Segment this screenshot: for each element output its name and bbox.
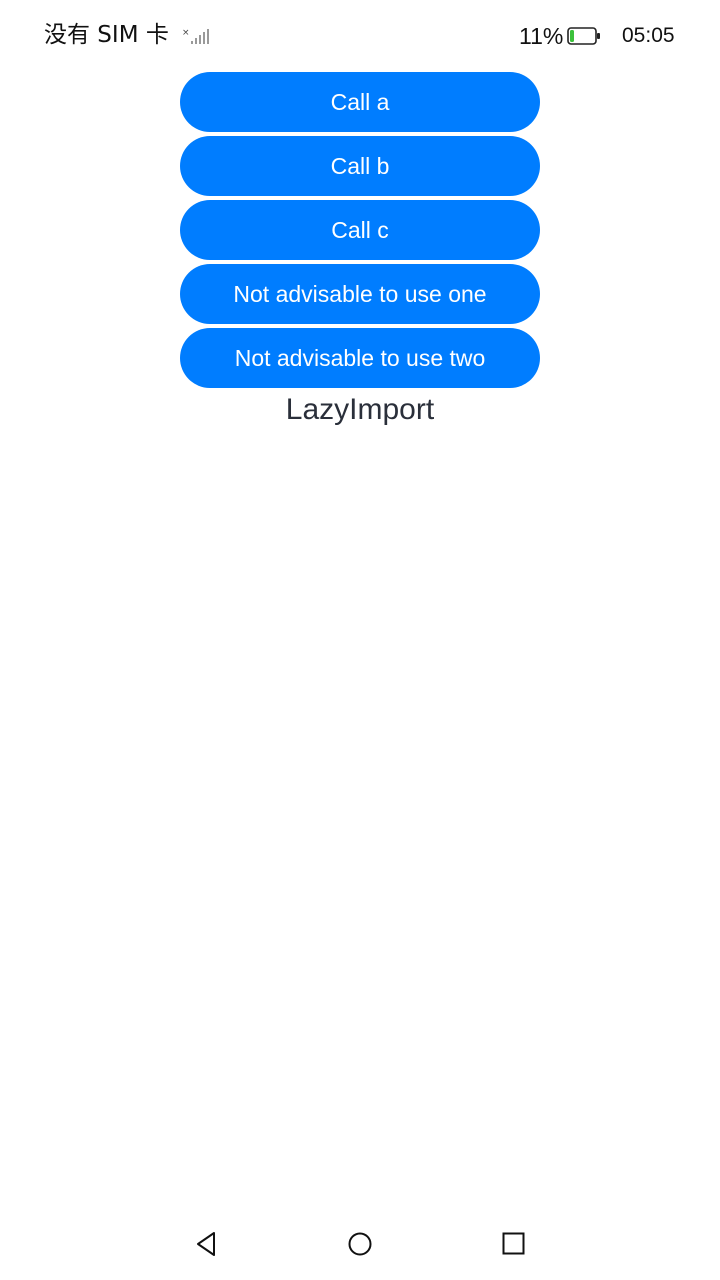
not-advisable-one-button[interactable]: Not advisable to use one	[180, 264, 540, 324]
clock: 05:05	[622, 24, 675, 47]
recent-square-icon[interactable]	[502, 1232, 525, 1255]
svg-text:×: ×	[182, 28, 190, 38]
button-list: Call a Call b Call c Not advisable to us…	[180, 72, 540, 392]
not-advisable-two-button[interactable]: Not advisable to use two	[180, 328, 540, 388]
back-triangle-icon[interactable]	[194, 1230, 220, 1258]
call-b-button[interactable]: Call b	[180, 136, 540, 196]
carrier-label: 没有 SIM 卡	[44, 22, 169, 48]
home-circle-icon[interactable]	[348, 1232, 372, 1256]
call-a-button[interactable]: Call a	[180, 72, 540, 132]
battery-percent: 11%	[519, 23, 564, 49]
navigation-bar	[0, 1210, 720, 1280]
battery-low-icon	[567, 27, 601, 45]
page-title: LazyImport	[285, 393, 435, 426]
status-bar: 没有 SIM 卡 × 11% 05:05	[0, 0, 720, 70]
no-signal-icon: ×	[182, 26, 210, 46]
call-c-button[interactable]: Call c	[180, 200, 540, 260]
battery-fill	[570, 30, 574, 42]
